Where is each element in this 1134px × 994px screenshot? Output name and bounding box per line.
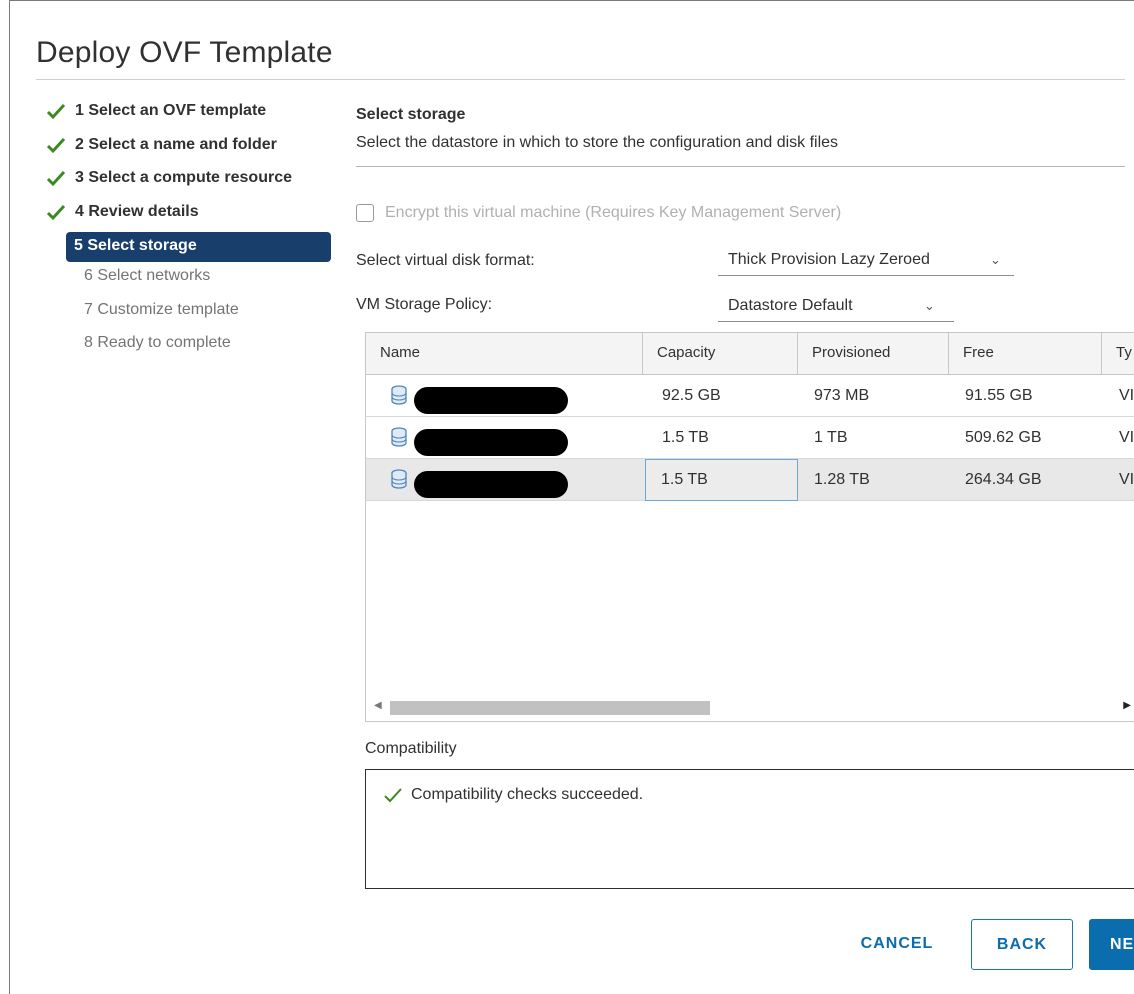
step-review-details[interactable]: 4 Review details xyxy=(44,201,344,235)
cell-provisioned: 1.28 TB xyxy=(814,471,870,488)
disk-format-value: Thick Provision Lazy Zeroed xyxy=(728,251,930,268)
step-label: 6 Select networks xyxy=(84,267,211,284)
horizontal-scrollbar[interactable]: ◀ ▶ xyxy=(366,697,1134,719)
table-row[interactable]: 92.5 GB 973 MB 91.55 GB VI xyxy=(366,375,1134,417)
step-label: 1 Select an OVF template xyxy=(75,102,267,119)
step-ready-to-complete: 8 Ready to complete xyxy=(44,332,344,366)
back-button[interactable]: BACK xyxy=(971,919,1073,970)
cell-free: 509.62 GB xyxy=(965,429,1042,446)
datastore-icon xyxy=(391,427,407,447)
redacted-name xyxy=(414,471,568,498)
cell-capacity: 92.5 GB xyxy=(662,387,721,404)
step-label: 8 Ready to complete xyxy=(84,334,231,351)
column-header-capacity[interactable]: Capacity xyxy=(643,333,798,375)
column-header-name[interactable]: Name xyxy=(366,333,643,375)
step-select-compute-resource[interactable]: 3 Select a compute resource xyxy=(44,167,344,201)
cell-type: VI xyxy=(1119,387,1134,404)
dialog-title: Deploy OVF Template xyxy=(36,36,333,69)
encrypt-vm-option: Encrypt this virtual machine (Requires K… xyxy=(356,204,841,222)
storage-policy-value: Datastore Default xyxy=(728,297,853,314)
step-select-storage[interactable]: 5 Select storage xyxy=(66,232,331,262)
redacted-name xyxy=(414,429,568,456)
chevron-down-icon: ⌄ xyxy=(990,252,1001,267)
column-header-type[interactable]: Ty xyxy=(1102,333,1134,375)
scrollbar-thumb[interactable] xyxy=(390,701,710,715)
cell-type: VI xyxy=(1119,471,1134,488)
compatibility-message: Compatibility checks succeeded. xyxy=(384,786,643,804)
section-divider xyxy=(356,166,1125,167)
wizard-steps: 1 Select an OVF template 2 Select a name… xyxy=(44,100,344,366)
check-icon xyxy=(46,170,66,187)
datastore-grid: Name Capacity Provisioned Free Ty 92.5 G… xyxy=(365,332,1134,722)
cancel-button[interactable]: CANCEL xyxy=(842,919,952,970)
cell-capacity: 1.5 TB xyxy=(645,459,798,501)
section-title: Select storage xyxy=(356,106,466,123)
table-row-selected[interactable]: 1.5 TB 1.28 TB 264.34 GB VI xyxy=(366,459,1134,501)
redacted-name xyxy=(414,387,568,414)
section-subtitle: Select the datastore in which to store t… xyxy=(356,134,839,151)
step-select-ovf-template[interactable]: 1 Select an OVF template xyxy=(44,100,344,134)
check-icon xyxy=(46,137,66,153)
compatibility-label: Compatibility xyxy=(365,740,457,757)
datastore-icon xyxy=(391,469,407,489)
check-icon xyxy=(384,788,402,803)
next-button[interactable]: NE xyxy=(1089,919,1134,970)
scroll-left-icon[interactable]: ◀ xyxy=(374,700,382,711)
scroll-right-icon[interactable]: ▶ xyxy=(1123,700,1131,711)
step-label: 4 Review details xyxy=(75,202,199,220)
step-label: 7 Customize template xyxy=(84,300,239,318)
step-label: 3 Select a compute resource xyxy=(75,169,292,186)
column-header-free[interactable]: Free xyxy=(949,333,1102,375)
step-label: 2 Select a name and folder xyxy=(75,135,277,153)
chevron-down-icon: ⌄ xyxy=(924,298,935,313)
encrypt-label: Encrypt this virtual machine (Requires K… xyxy=(385,204,842,221)
datastore-icon xyxy=(391,385,407,405)
compatibility-box: Compatibility checks succeeded. xyxy=(365,769,1134,889)
step-label: 5 Select storage xyxy=(74,237,197,254)
table-row[interactable]: 1.5 TB 1 TB 509.62 GB VI xyxy=(366,417,1134,459)
cell-provisioned: 1 TB xyxy=(814,429,848,446)
encrypt-checkbox[interactable] xyxy=(356,204,374,222)
disk-format-label: Select virtual disk format: xyxy=(356,252,535,269)
storage-policy-select[interactable]: Datastore Default ⌄ xyxy=(718,296,954,322)
check-icon xyxy=(46,204,66,220)
cell-capacity: 1.5 TB xyxy=(662,429,709,446)
compatibility-text: Compatibility checks succeeded. xyxy=(411,786,644,803)
step-select-name-folder[interactable]: 2 Select a name and folder xyxy=(44,134,344,168)
step-customize-template: 7 Customize template xyxy=(44,299,344,333)
storage-policy-label: VM Storage Policy: xyxy=(356,296,493,313)
column-header-provisioned[interactable]: Provisioned xyxy=(798,333,949,375)
grid-header: Name Capacity Provisioned Free Ty xyxy=(366,333,1134,375)
step-select-networks: 6 Select networks xyxy=(44,265,344,299)
title-divider xyxy=(36,79,1125,80)
check-icon xyxy=(46,103,66,120)
cell-provisioned: 973 MB xyxy=(814,387,870,404)
cell-free: 264.34 GB xyxy=(965,471,1042,488)
cell-type: VI xyxy=(1119,429,1134,446)
disk-format-select[interactable]: Thick Provision Lazy Zeroed ⌄ xyxy=(718,250,1014,276)
cell-free: 91.55 GB xyxy=(965,387,1033,404)
